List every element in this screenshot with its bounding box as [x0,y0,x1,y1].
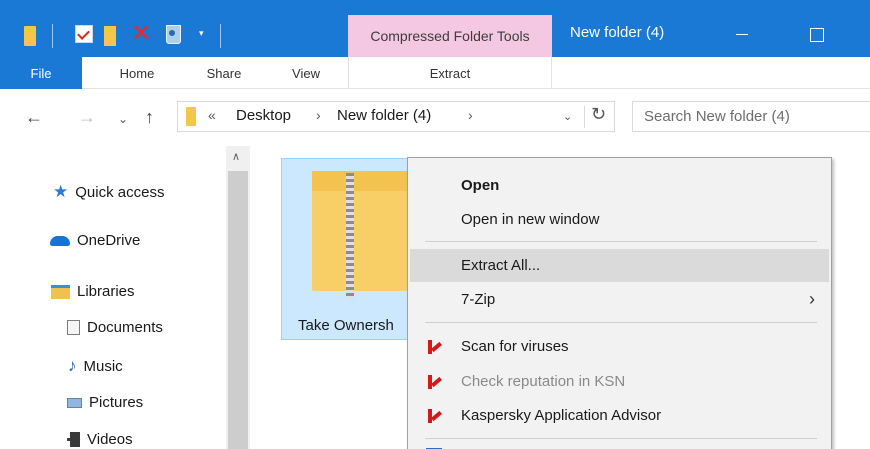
sidebar-item-label: Libraries [77,283,135,300]
menu-separator [425,438,817,439]
sidebar-item-quick-access[interactable]: ★ Quick access [53,182,164,202]
sidebar-item-music[interactable]: ♪ Music [68,356,123,376]
sidebar-item-label: Music [83,357,123,375]
ribbon-tab-bar: File Home Share View Extract [0,57,870,89]
context-menu: Open Open in new window Extract All... 7… [407,157,832,449]
star-icon: ★ [53,182,69,201]
zipper-graphic [346,173,354,299]
title-bar: ✕ ▾ Compressed Folder Tools New folder (… [0,0,870,57]
menu-item-label: 7-Zip [461,291,496,308]
file-name: Take Ownersh [298,317,394,334]
kaspersky-icon [428,375,442,389]
kaspersky-icon [428,340,442,354]
menu-item-label: Open [461,177,500,194]
menu-item-label: Kaspersky Application Advisor [461,407,662,424]
zip-folder-icon [312,171,420,291]
tab-view[interactable]: View [275,57,337,89]
navigation-pane: ★ Quick access OneDrive Libraries Docume… [0,146,252,449]
address-dropdown-icon[interactable]: ⌄ [563,110,572,123]
navigation-bar: ← → ⌄ ↑ « Desktop › New folder (4) › ⌄ ↻… [0,95,870,141]
folder-icon [186,107,196,126]
breadcrumb-chevron-icon[interactable]: › [316,107,321,123]
sidebar-item-onedrive[interactable]: OneDrive [50,232,140,249]
tab-home[interactable]: Home [103,57,171,89]
window-title: New folder (4) [570,24,665,41]
menu-item-label: Extract All... [461,257,541,274]
documents-icon [67,320,80,335]
scrollbar-thumb[interactable] [228,171,248,449]
sidebar-item-label: OneDrive [77,232,141,249]
menu-item-open[interactable]: Open [410,169,829,202]
scroll-up-icon[interactable]: ∧ [232,150,240,163]
menu-item-scan-for-viruses[interactable]: Scan for viruses [410,330,829,363]
minimize-button[interactable] [722,17,764,51]
sidebar-item-label: Quick access [75,183,165,201]
search-placeholder: Search New folder (4) [644,108,790,125]
menu-separator [425,322,817,323]
compressed-folder-tools-header: Compressed Folder Tools [348,15,552,57]
refresh-icon[interactable]: ↻ [591,104,606,125]
maximize-button[interactable] [796,17,838,51]
up-arrow-icon[interactable]: ↑ [145,105,154,129]
sidebar-item-documents[interactable]: Documents [67,319,163,336]
chevron-down-icon[interactable]: ▾ [199,28,204,38]
menu-item-7zip[interactable]: 7-Zip › [410,283,829,316]
delete-icon[interactable]: ✕ [131,22,151,46]
breadcrumb-chevron-icon[interactable]: › [468,107,473,123]
address-divider [584,106,585,128]
sidebar-item-pictures[interactable]: Pictures [67,394,143,411]
sidebar-item-label: Pictures [89,394,144,411]
menu-item-label: Check reputation in KSN [461,373,626,390]
breadcrumb-desktop[interactable]: Desktop [236,107,291,124]
toolbar-divider [52,24,53,48]
menu-item-kaspersky-advisor[interactable]: Kaspersky Application Advisor [410,399,829,432]
breadcrumb-new-folder[interactable]: New folder (4) [337,107,431,124]
sidebar-item-videos[interactable]: Videos [67,431,133,448]
menu-item-check-reputation[interactable]: Check reputation in KSN [410,365,829,398]
forward-arrow-icon[interactable]: → [78,105,96,129]
libraries-icon [51,284,70,299]
address-bar[interactable]: « Desktop › New folder (4) › ⌄ ↻ [177,101,615,132]
folder-icon[interactable] [24,26,36,46]
menu-item-label: Scan for viruses [461,338,569,355]
search-input[interactable]: Search New folder (4) [632,101,870,132]
overflow-chevron-icon[interactable]: « [208,107,216,123]
back-arrow-icon[interactable]: ← [25,105,43,129]
kaspersky-icon [428,409,442,423]
new-folder-icon[interactable] [104,26,116,46]
nav-pane-scrollbar[interactable]: ∧ [226,146,250,449]
sidebar-item-label: Videos [87,431,133,448]
submenu-arrow-icon: › [809,289,815,309]
toolbar-divider [220,24,221,48]
properties-icon[interactable] [75,25,93,43]
recycle-bin-icon[interactable] [166,25,181,44]
tab-share[interactable]: Share [193,57,255,89]
recent-locations-icon[interactable]: ⌄ [118,107,128,131]
menu-item-label: Open in new window [461,211,600,228]
pictures-icon [67,397,82,408]
menu-separator [425,241,817,242]
music-icon: ♪ [68,356,77,375]
cloud-icon [50,235,70,246]
sidebar-item-libraries[interactable]: Libraries [51,283,135,300]
menu-item-open-in-new-window[interactable]: Open in new window [410,203,829,236]
tab-extract[interactable]: Extract [348,57,552,89]
videos-icon [67,432,80,447]
sidebar-item-label: Documents [87,319,163,336]
menu-item-extract-all[interactable]: Extract All... [410,249,829,282]
tab-file[interactable]: File [0,57,82,89]
